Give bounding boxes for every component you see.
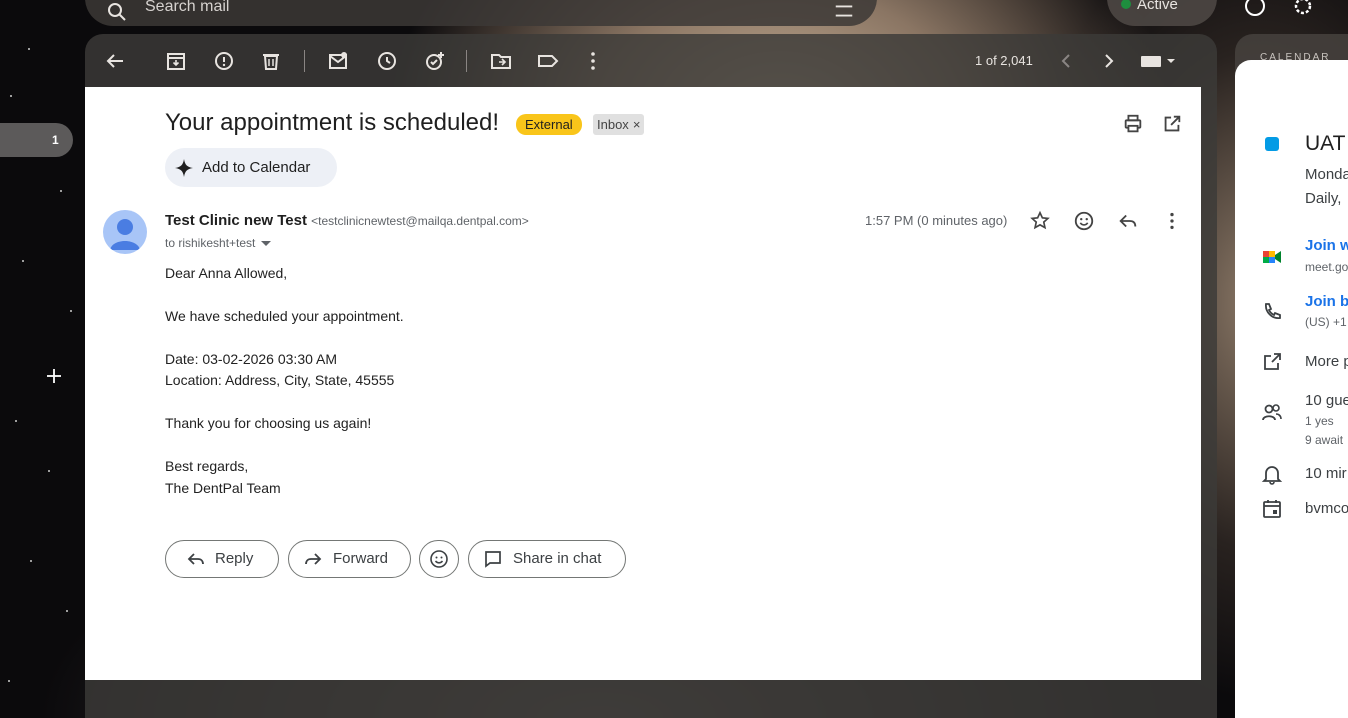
status-dot: [1121, 0, 1131, 9]
share-in-chat-button[interactable]: Share in chat: [468, 540, 626, 578]
react-button[interactable]: [419, 540, 459, 578]
forward-icon: [305, 553, 322, 565]
nav-item-active[interactable]: [0, 123, 73, 157]
body-line: Location: Address, City, State, 45555: [165, 372, 395, 388]
add-to-calendar-label: Add to Calendar: [202, 159, 311, 176]
guests-yes: 1 yes: [1305, 414, 1334, 428]
inbox-label[interactable]: Inbox ×: [593, 114, 645, 135]
background-stars: [0, 0, 85, 718]
calendar-event-details: UAT Monda Daily, Join w meet.go Join b (…: [1235, 60, 1348, 718]
guests-icon: [1262, 404, 1282, 421]
join-video-link[interactable]: Join w: [1305, 237, 1348, 254]
guest-count: 10 gue: [1305, 392, 1348, 409]
show-details-icon[interactable]: [261, 241, 272, 247]
toolbar-divider: [466, 50, 467, 72]
body-line: We have scheduled your appointment.: [165, 308, 404, 324]
phone-icon: [1265, 303, 1281, 319]
archive-icon[interactable]: [164, 49, 188, 73]
status-label: Active: [1137, 0, 1178, 13]
message-toolbar: 1 of 2,041: [85, 34, 1217, 87]
bell-icon: [1261, 466, 1283, 485]
email-timestamp: 1:57 PM (0 minutes ago): [865, 213, 1008, 228]
label-icon[interactable]: [536, 49, 560, 73]
back-icon[interactable]: [103, 49, 127, 73]
nav-unread-count: 1: [52, 133, 59, 147]
forward-label: Forward: [333, 550, 389, 567]
recipients: to rishikesht+test: [165, 236, 272, 250]
recipients-text: to rishikesht+test: [165, 236, 256, 250]
search-input[interactable]: Search mail: [145, 0, 229, 16]
add-icon[interactable]: [44, 366, 64, 386]
guests-awaiting: 9 await: [1305, 433, 1344, 447]
body-line: Thank you for choosing us again!: [165, 415, 372, 431]
join-phone-link[interactable]: Join b: [1305, 293, 1348, 310]
add-to-calendar-button[interactable]: Add to Calendar: [165, 148, 337, 187]
body-line: Date: 03-02-2026 03:30 AM: [165, 351, 338, 367]
snooze-icon[interactable]: [375, 49, 399, 73]
sender-avatar[interactable]: [103, 210, 147, 254]
event-color-swatch: [1265, 137, 1279, 151]
inbox-label-text: Inbox: [597, 117, 629, 132]
reply-icon[interactable]: [1117, 210, 1139, 232]
body-line: Best regards,: [165, 458, 249, 474]
more-vert-icon[interactable]: [1161, 210, 1183, 232]
add-task-icon[interactable]: [423, 49, 447, 73]
body-line: Dear Anna Allowed,: [165, 265, 288, 281]
remove-label-icon[interactable]: ×: [633, 117, 641, 132]
open-new-window-icon[interactable]: [1161, 113, 1183, 135]
toolbar-divider: [304, 50, 305, 72]
settings-icon[interactable]: [1291, 0, 1315, 18]
reply-label: Reply: [215, 550, 254, 567]
sparkle-icon: [175, 159, 193, 177]
emoji-icon: [430, 550, 448, 568]
search-options-icon[interactable]: [833, 0, 855, 22]
newer-icon[interactable]: [1054, 49, 1078, 73]
more-phone-numbers-link[interactable]: More p: [1305, 353, 1348, 370]
email-subject: Your appointment is scheduled!: [165, 109, 500, 136]
event-reminder: 10 mir: [1305, 465, 1347, 482]
message-content: Your appointment is scheduled! External …: [85, 87, 1201, 680]
search-icon[interactable]: [105, 0, 129, 24]
event-title: UAT: [1305, 132, 1346, 155]
chat-icon: [485, 551, 501, 568]
sender-email: <testclinicnewtest@mailqa.dentpal.com>: [311, 214, 529, 228]
search-bar[interactable]: Search mail: [85, 0, 877, 26]
body-line: The DentPal Team: [165, 480, 281, 496]
star-icon[interactable]: [1029, 210, 1051, 232]
event-organizer: bvmco: [1305, 500, 1348, 517]
sender-line: Test Clinic new Test <testclinicnewtest@…: [165, 212, 529, 229]
older-icon[interactable]: [1097, 49, 1121, 73]
reply-icon: [187, 553, 204, 565]
event-recurrence: Daily,: [1305, 190, 1342, 207]
event-date: Monda: [1305, 166, 1348, 183]
move-to-icon[interactable]: [489, 49, 513, 73]
status-chip[interactable]: Active: [1107, 0, 1217, 26]
external-badge: External: [516, 114, 582, 135]
help-icon[interactable]: [1243, 0, 1267, 18]
calendar-icon: [1263, 500, 1281, 518]
open-new-window-icon: [1264, 353, 1281, 370]
print-icon[interactable]: [1122, 113, 1144, 135]
meet-url: meet.go: [1305, 260, 1348, 274]
share-in-chat-label: Share in chat: [513, 550, 602, 567]
delete-icon[interactable]: [259, 49, 283, 73]
report-spam-icon[interactable]: [212, 49, 236, 73]
mark-unread-icon[interactable]: [326, 49, 350, 73]
more-vert-icon[interactable]: [581, 49, 605, 73]
keyboard-icon[interactable]: [1139, 49, 1179, 73]
google-meet-icon: [1263, 251, 1281, 263]
pagination-count: 1 of 2,041: [975, 53, 1033, 68]
phone-number: (US) +1: [1305, 315, 1347, 329]
sender-name[interactable]: Test Clinic new Test: [165, 212, 307, 229]
reply-button[interactable]: Reply: [165, 540, 279, 578]
emoji-icon[interactable]: [1073, 210, 1095, 232]
forward-button[interactable]: Forward: [288, 540, 411, 578]
